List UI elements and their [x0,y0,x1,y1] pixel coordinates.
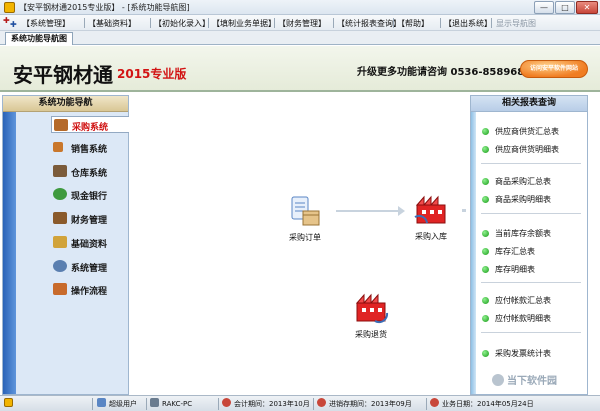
nav-item-operation-flow[interactable]: 操作流程 [51,281,129,298]
nav-item-basic-data[interactable]: 基础资料 [51,234,129,251]
menu-business-docs[interactable]: 【填制业务单据】 [212,18,276,29]
report-divider [481,282,581,283]
report-divider [481,332,581,333]
report-divider [481,213,581,214]
folder-icon [53,236,67,248]
user-icon [97,398,106,407]
upgrade-hotline: 升级更多功能请咨询 0536-8589685 [357,67,532,78]
nav-item-warehouse[interactable]: 仓库系统 [51,163,129,180]
clock-icon [222,398,231,407]
flow-label-purchase-in: 采购入库 [415,232,447,241]
document-box-icon [291,196,320,226]
nav-item-finance[interactable]: 财务管理 [51,210,129,227]
flow-label-purchase-order: 采购订单 [289,233,321,242]
menu-statistics-reports[interactable]: 【统计报表查询】 [337,18,401,29]
menu-logo-icon: ✚ ✚ [3,16,17,29]
wallet-icon [53,212,67,224]
truck-icon [54,119,68,131]
menu-exit[interactable]: 【退出系统】 [444,18,492,29]
menu-basic-data[interactable]: 【基础资料】 [88,18,136,29]
flow-connector [462,209,466,212]
visit-website-button[interactable]: 访问安平软件网站 [520,60,588,78]
status-business-date: 业务日期：2014年05月24日 [430,398,534,410]
related-reports-panel: 相关报表查询 供应商供货汇总表 供应商供货明细表 商品采购汇总表 商品采购明细表… [470,95,588,395]
close-button[interactable]: ✕ [576,1,598,14]
maximize-button[interactable]: □ [555,1,575,14]
window-title: 【安平钢材通2015专业版】 - [系统功能导航图] [19,3,190,12]
green-dot-icon [482,128,489,135]
computer-icon [150,398,159,407]
nav-item-cash-bank[interactable]: 现金银行 [51,186,129,203]
green-dot-icon [482,196,489,203]
status-accounting-period: 会计期间：2013年10月 [222,398,310,410]
flow-node-purchase-order[interactable]: 采购订单 [280,195,330,243]
calendar-icon [430,398,439,407]
green-dot-icon [482,230,489,237]
menu-initial-entry[interactable]: 【初始化录入】 [154,18,210,29]
nav-stripe [3,112,16,394]
flow-node-purchase-return[interactable]: 采购退货 [346,291,396,341]
flow-node-purchase-in[interactable]: 采购入库 [406,193,456,243]
nav-item-system-management[interactable]: 系统管理 [51,258,129,275]
menu-system-management[interactable]: 【系统管理】 [22,18,70,29]
menu-help[interactable]: 【帮助】 [397,18,429,29]
status-host: RAKC-PC [150,398,192,410]
factory-return-icon [355,293,389,324]
flow-arrow-head [398,206,405,216]
menu-finance[interactable]: 【财务管理】 [278,18,326,29]
report-divider [481,163,581,164]
nav-item-sales[interactable]: 销售系统 [51,139,129,156]
menu-bar: ✚ ✚ 【系统管理】 【基础资料】 【初始化录入】 【填制业务单据】 【财务管理】… [0,15,600,31]
gear-icon [53,260,67,272]
flow-canvas: 采购订单 采购入库 采购退货 [130,95,470,395]
cash-icon [53,188,67,200]
green-dot-icon [482,248,489,255]
edition-label: 2015专业版 [117,67,187,81]
function-navigation-panel: 系统功能导航 采购系统 销售系统 仓库系统 现金银行 财务管理 基础资料 系统管… [2,95,129,395]
app-icon [4,2,15,13]
reports-stripe [471,112,476,394]
nav-item-purchase[interactable]: 采购系统 [51,116,129,133]
green-dot-icon [482,266,489,273]
nav-header: 系统功能导航 [3,96,128,112]
status-user: 超级用户 [97,398,137,410]
status-app-icon [4,398,16,410]
title-bar: 【安平钢材通2015专业版】 - [系统功能导航图] — □ ✕ [0,0,600,15]
book-icon [53,283,67,295]
green-dot-icon [482,178,489,185]
status-inventory-period: 进销存期间：2013年09月 [317,398,412,410]
green-dot-icon [482,350,489,357]
flow-arrow [336,210,398,212]
tab-strip: 系统功能导航图 [0,31,600,45]
banner: 安平钢材通 2015专业版 升级更多功能请咨询 0536-8589685 访问安… [0,46,600,92]
watermark: 当下软件园 [492,372,557,387]
reports-header: 相关报表查询 [471,96,587,112]
green-dot-icon [482,146,489,153]
pen-icon [53,142,63,152]
warehouse-icon [53,165,67,177]
watermark-logo-icon [492,374,504,386]
green-dot-icon [482,297,489,304]
flow-label-purchase-return: 采购退货 [355,330,387,339]
clock-icon [317,398,326,407]
brand-name: 安平钢材通 [13,63,113,87]
tab-navigation-map[interactable]: 系统功能导航图 [5,32,73,45]
menu-show-navigation[interactable]: 显示导航图 [496,18,536,29]
green-dot-icon [482,315,489,322]
factory-in-icon [414,195,446,224]
minimize-button[interactable]: — [534,1,554,14]
app-mini-icon [4,398,13,407]
status-bar: 超级用户 RAKC-PC 会计期间：2013年10月 进销存期间：2013年09… [0,395,600,411]
